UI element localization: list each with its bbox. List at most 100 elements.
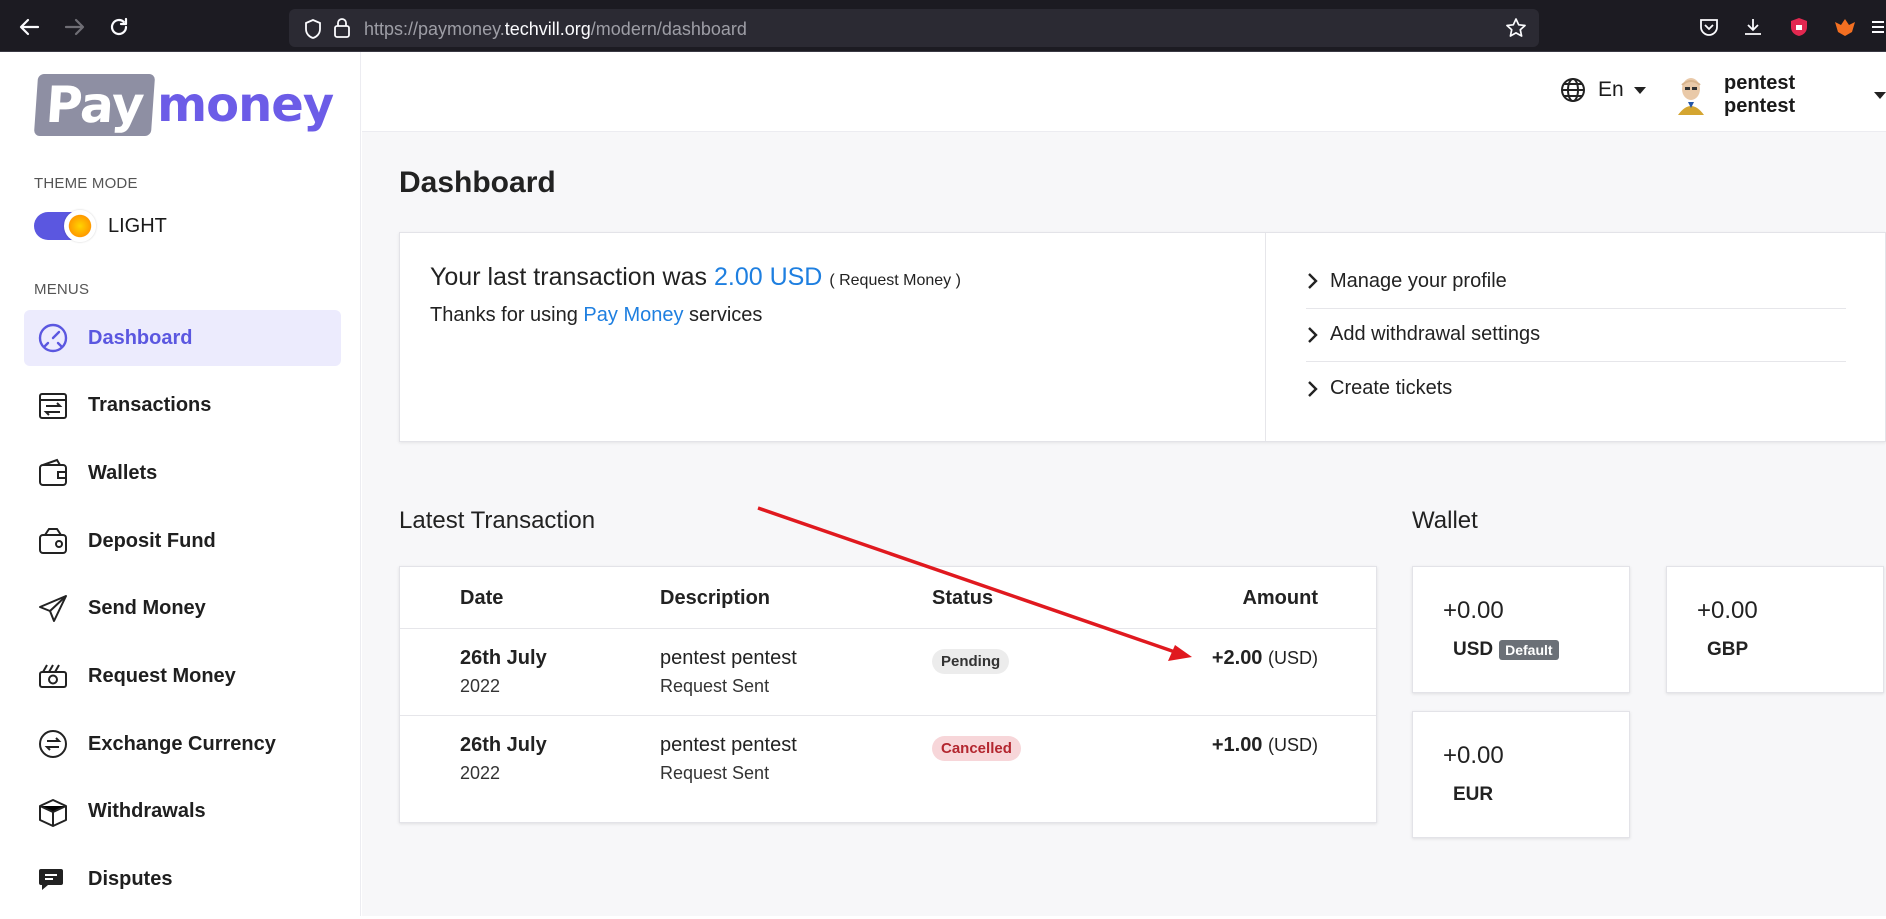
quick-link-label: Add withdrawal settings bbox=[1330, 323, 1541, 346]
main-content: Dashboard Your last transaction was 2.00… bbox=[362, 132, 1886, 916]
sidebar-item-exchange-currency[interactable]: Exchange Currency bbox=[24, 716, 341, 772]
wallet-amount: +0.00 bbox=[1697, 597, 1758, 624]
chevron-right-icon bbox=[1308, 326, 1318, 343]
transactions-table: Date Description Status Amount 26th July… bbox=[399, 566, 1377, 823]
withdrawal-box-icon bbox=[36, 795, 70, 829]
sidebar: Pay money THEME MODE LIGHT MENUS Dashboa… bbox=[0, 52, 361, 916]
wallet-currency-code: EUR bbox=[1453, 784, 1494, 805]
brand-link[interactable]: Pay Money bbox=[583, 304, 683, 326]
table-row[interactable]: 26th July 2022 pentest pentest Request S… bbox=[400, 716, 1376, 803]
last-tx-prefix: Your last transaction was bbox=[430, 263, 708, 291]
sidebar-item-transactions[interactable]: Transactions bbox=[24, 378, 341, 434]
date-cell: 26th July 2022 bbox=[460, 734, 547, 784]
date-day: 26th July bbox=[460, 647, 547, 669]
browser-toolbar: https://paymoney.techvill.org/modern/das… bbox=[0, 0, 1886, 52]
transactions-icon bbox=[36, 389, 70, 423]
sidebar-item-label: Transactions bbox=[88, 394, 212, 417]
default-badge: Default bbox=[1499, 640, 1559, 660]
thanks-suffix: services bbox=[689, 304, 763, 326]
download-icon[interactable] bbox=[1740, 14, 1766, 40]
chevron-down-icon bbox=[1874, 91, 1886, 99]
sidebar-item-dashboard[interactable]: Dashboard bbox=[24, 310, 341, 366]
globe-icon bbox=[1560, 77, 1586, 103]
lock-icon[interactable] bbox=[333, 17, 351, 44]
status-badge: Cancelled bbox=[932, 736, 1021, 761]
extension-fox-icon[interactable] bbox=[1832, 14, 1858, 40]
sidebar-item-withdrawals[interactable]: Withdrawals bbox=[24, 784, 341, 840]
wallet-card-gbp[interactable]: +0.00 GBP bbox=[1666, 566, 1884, 693]
shield-icon[interactable] bbox=[303, 18, 323, 45]
toggle-track[interactable] bbox=[34, 210, 96, 242]
manage-profile-link[interactable]: Manage your profile bbox=[1306, 255, 1846, 309]
language-dropdown[interactable]: En bbox=[1560, 77, 1646, 103]
menu-icon[interactable] bbox=[1868, 14, 1886, 40]
chevron-right-icon bbox=[1308, 380, 1318, 397]
wallet-icon bbox=[36, 456, 70, 490]
amount-currency: (USD) bbox=[1268, 735, 1318, 755]
last-tx-kind: ( Request Money ) bbox=[829, 272, 961, 289]
wallet-currency-code: USD bbox=[1453, 639, 1494, 660]
description-sub: Request Sent bbox=[660, 676, 770, 696]
sidebar-item-wallets[interactable]: Wallets bbox=[24, 445, 341, 501]
sidebar-item-deposit-fund[interactable]: Deposit Fund bbox=[24, 513, 341, 569]
wallet-card-usd[interactable]: +0.00 USD Default bbox=[1412, 566, 1630, 693]
extension-shield-icon[interactable] bbox=[1786, 14, 1812, 40]
url-text[interactable]: https://paymoney.techvill.org/modern/das… bbox=[364, 19, 747, 40]
sidebar-item-disputes[interactable]: Disputes bbox=[24, 852, 341, 908]
table-header: Date Description Status Amount bbox=[400, 567, 1376, 629]
amount-cell: +1.00 (USD) bbox=[1212, 734, 1318, 757]
column-header-status: Status bbox=[932, 587, 994, 609]
forward-icon[interactable] bbox=[60, 12, 90, 42]
page-title: Dashboard bbox=[399, 166, 556, 199]
quick-links: Manage your profile Add withdrawal setti… bbox=[1306, 255, 1846, 416]
description-cell: pentest pentest Request Sent bbox=[660, 734, 797, 784]
amount-value: +2.00 bbox=[1211, 647, 1263, 669]
dashboard-gauge-icon bbox=[36, 321, 70, 355]
create-tickets-link[interactable]: Create tickets bbox=[1306, 362, 1846, 416]
wallet-amount: +0.00 bbox=[1443, 597, 1504, 624]
withdrawal-settings-link[interactable]: Add withdrawal settings bbox=[1306, 309, 1846, 362]
summary-card: Your last transaction was 2.00 USD ( Req… bbox=[399, 232, 1886, 442]
logo-pay-text: Pay bbox=[33, 74, 156, 136]
divider bbox=[1265, 233, 1266, 441]
sidebar-item-send-money[interactable]: Send Money bbox=[24, 581, 341, 637]
last-tx-amount: 2.00 USD bbox=[713, 263, 823, 291]
paymoney-logo[interactable]: Pay money bbox=[33, 70, 334, 140]
wallet-title: Wallet bbox=[1412, 507, 1478, 534]
url-bar[interactable]: https://paymoney.techvill.org/modern/das… bbox=[289, 9, 1539, 47]
theme-mode-label: THEME MODE bbox=[34, 175, 138, 192]
top-header: En pentest pentest bbox=[362, 52, 1886, 132]
last-transaction-summary: Your last transaction was 2.00 USD ( Req… bbox=[430, 263, 961, 327]
reload-icon[interactable] bbox=[104, 12, 134, 42]
description-name: pentest pentest bbox=[660, 734, 797, 756]
request-money-icon bbox=[36, 659, 70, 693]
column-header-date: Date bbox=[460, 587, 504, 609]
amount-currency: (USD) bbox=[1268, 648, 1318, 668]
avatar bbox=[1672, 75, 1710, 115]
sidebar-item-label: Request Money bbox=[88, 664, 236, 687]
sidebar-item-label: Exchange Currency bbox=[88, 732, 276, 755]
column-header-description: Description bbox=[660, 587, 771, 609]
wallet-currency-code: GBP bbox=[1707, 639, 1749, 660]
deposit-icon bbox=[36, 524, 70, 558]
theme-toggle[interactable]: LIGHT bbox=[34, 210, 167, 242]
bookmark-star-icon[interactable] bbox=[1505, 17, 1527, 44]
wallet-amount: +0.00 bbox=[1443, 742, 1504, 769]
date-year: 2022 bbox=[460, 676, 501, 696]
back-icon[interactable] bbox=[14, 12, 44, 42]
wallet-currency: USD Default bbox=[1453, 639, 1559, 661]
table-row[interactable]: 26th July 2022 pentest pentest Request S… bbox=[400, 629, 1376, 716]
pocket-icon[interactable] bbox=[1696, 14, 1722, 40]
sidebar-item-label: Wallets bbox=[88, 461, 158, 484]
wallet-card-eur[interactable]: +0.00 EUR bbox=[1412, 711, 1630, 838]
sidebar-item-label: Withdrawals bbox=[88, 800, 206, 823]
user-menu[interactable]: pentest pentest bbox=[1672, 72, 1886, 118]
user-name: pentest pentest bbox=[1724, 72, 1796, 117]
sidebar-item-label: Disputes bbox=[88, 868, 173, 890]
quick-link-label: Manage your profile bbox=[1330, 269, 1507, 292]
sidebar-item-request-money[interactable]: Request Money bbox=[24, 648, 341, 704]
language-label: En bbox=[1598, 78, 1624, 101]
thanks-prefix: Thanks for using bbox=[430, 304, 578, 326]
sun-icon bbox=[64, 210, 96, 242]
disputes-chat-icon bbox=[36, 863, 70, 897]
